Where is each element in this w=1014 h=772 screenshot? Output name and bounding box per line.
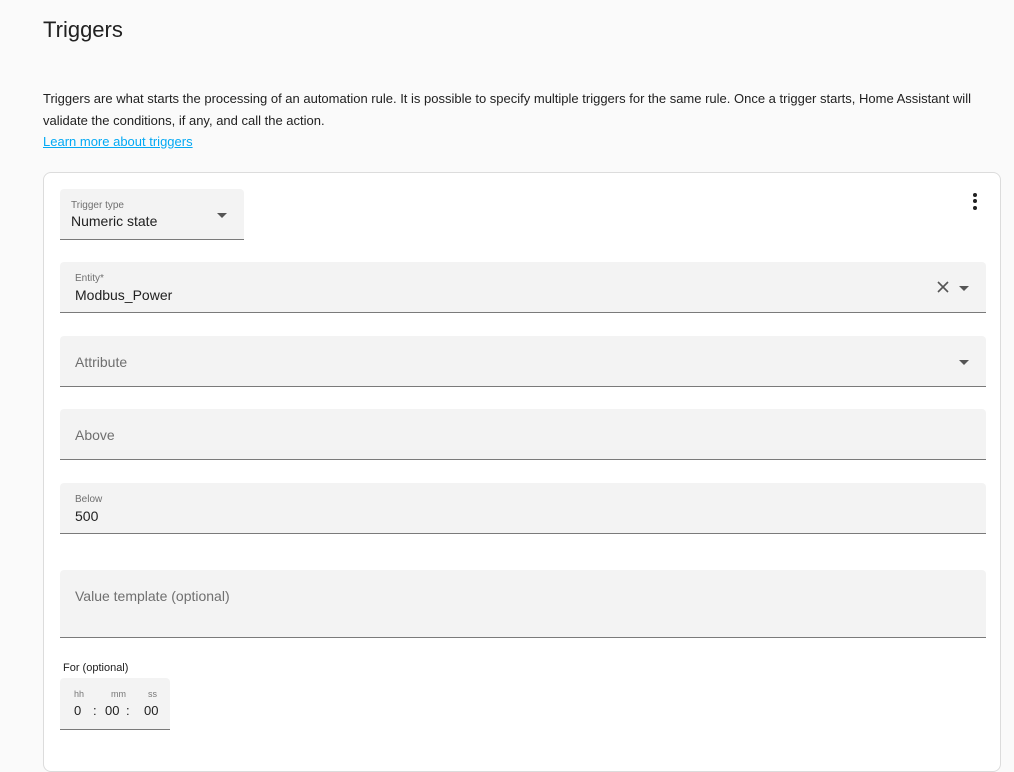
attribute-label: Attribute	[75, 354, 128, 370]
value-template-label: Value template (optional)	[75, 588, 230, 604]
hours-input[interactable]: 0	[74, 703, 81, 718]
for-label: For (optional)	[63, 662, 129, 674]
trigger-type-select[interactable]: Trigger type Numeric state	[60, 189, 244, 240]
time-separator: :	[126, 703, 130, 718]
page-title: Triggers	[43, 17, 123, 42]
below-label: Below	[75, 494, 103, 505]
learn-more-link[interactable]: Learn more about triggers	[43, 132, 193, 152]
minutes-input[interactable]: 00	[105, 703, 119, 718]
overflow-menu-button[interactable]	[964, 189, 986, 213]
below-input[interactable]: Below 500	[60, 483, 986, 534]
attribute-select[interactable]: Attribute	[60, 336, 986, 387]
seconds-input[interactable]: 00	[144, 703, 158, 718]
trigger-card: Trigger type Numeric state Entity* Modbu…	[43, 172, 1001, 772]
hours-unit-label: hh	[74, 689, 85, 699]
trigger-type-value: Numeric state	[71, 213, 158, 229]
duration-input[interactable]: hh mm ss 0 : 00 : 00	[60, 678, 170, 730]
minutes-unit-label: mm	[111, 689, 126, 699]
chevron-down-icon[interactable]	[217, 213, 227, 218]
above-input[interactable]: Above	[60, 409, 986, 460]
entity-label: Entity*	[75, 273, 104, 284]
entity-value: Modbus_Power	[75, 287, 173, 303]
dots-vertical-icon	[973, 192, 977, 197]
below-value: 500	[75, 508, 99, 524]
value-template-input[interactable]: Value template (optional)	[60, 570, 986, 638]
chevron-down-icon[interactable]	[959, 360, 969, 365]
seconds-unit-label: ss	[148, 689, 157, 699]
triggers-description: Triggers are what starts the processing …	[43, 91, 971, 128]
above-label: Above	[75, 427, 115, 443]
time-separator: :	[93, 703, 97, 718]
clear-icon[interactable]	[936, 280, 950, 294]
entity-picker[interactable]: Entity* Modbus_Power	[60, 262, 986, 313]
trigger-type-label: Trigger type	[71, 200, 124, 211]
chevron-down-icon[interactable]	[959, 286, 969, 291]
